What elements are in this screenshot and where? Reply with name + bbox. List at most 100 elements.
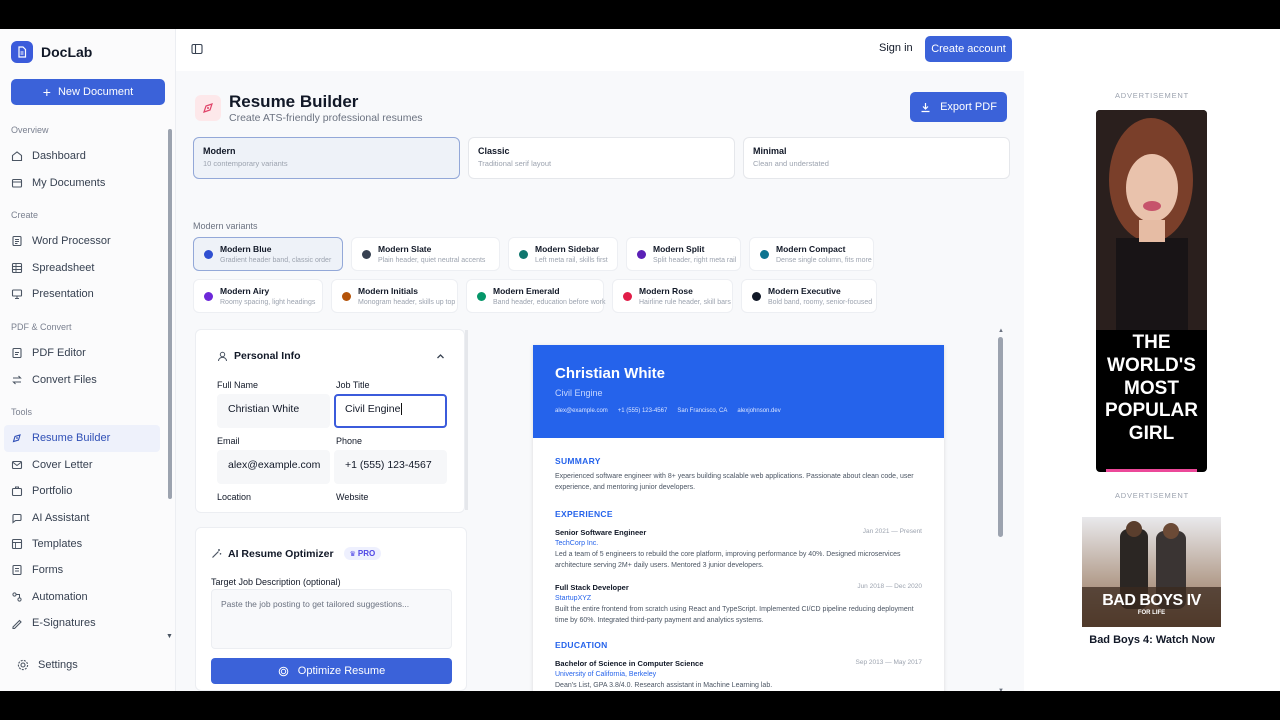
sidebar-item-label: Dashboard	[32, 150, 86, 163]
sidebar-item-word-processor[interactable]: Word Processor	[0, 228, 168, 254]
doclab-logo-icon	[11, 41, 33, 63]
style-minimal[interactable]: Minimal Clean and understated	[743, 137, 1010, 179]
magic-wand-icon	[212, 549, 222, 558]
crown-icon: ♛	[349, 550, 356, 558]
job-row: Full Stack Developer Jun 2018 — Dec 2020	[555, 583, 922, 592]
variant-modern-compact[interactable]: Modern Compact Dense single column, fits …	[749, 237, 874, 271]
sidebar-item-forms[interactable]: Forms	[0, 557, 168, 583]
sidebar-item-spreadsheet[interactable]: Spreadsheet	[0, 255, 168, 281]
sidebar-item-automation[interactable]: Automation	[0, 584, 168, 610]
job-title-input[interactable]: Civil Engine	[334, 394, 447, 428]
sidebar-item-pdf-editor[interactable]: PDF Editor	[0, 340, 168, 366]
job-title-label: Job Title	[336, 380, 370, 390]
resume-preview: Christian White Civil Engine alex@exampl…	[533, 345, 944, 691]
automation-icon	[12, 592, 22, 602]
variant-text: Modern Emerald Band header, education bef…	[493, 284, 605, 306]
variant-modern-blue[interactable]: Modern Blue Gradient header band, classic…	[193, 237, 343, 271]
job-description-textarea[interactable]: Paste the job posting to get tailored su…	[211, 589, 452, 649]
export-pdf-label: Export PDF	[940, 101, 997, 113]
variant-modern-airy[interactable]: Modern Airy Roomy spacing, light headings	[193, 279, 323, 313]
dashboard-icon	[11, 151, 23, 162]
scroll-down-icon[interactable]: ▼	[998, 688, 1004, 691]
education-dates: Sep 2013 — May 2017	[855, 659, 923, 667]
sidebar-scrollbar[interactable]	[168, 129, 172, 499]
chevron-up-icon[interactable]	[436, 352, 445, 361]
ad-movie-title[interactable]: Bad Boys 4: Watch Now	[1024, 634, 1280, 646]
email-input[interactable]: alex@example.com	[217, 450, 330, 484]
personal-info-title: Personal Info	[234, 350, 301, 362]
phone-input[interactable]: +1 (555) 123-4567	[334, 450, 447, 484]
sidebar-item-my-documents[interactable]: My Documents	[0, 169, 168, 195]
style-selector: Modern 10 contemporary variants Classic Tra…	[193, 137, 1010, 179]
nav-group-create: Create	[11, 210, 39, 221]
toggle-sidebar-icon[interactable]	[191, 43, 203, 55]
resume-builder-icon	[195, 95, 221, 121]
variant-modern-rose[interactable]: Modern Rose Hairline rule header, skill b…	[612, 279, 733, 313]
variant-name: Modern Split	[653, 244, 705, 254]
style-name: Modern	[203, 146, 236, 156]
form-scrollbar[interactable]	[465, 330, 468, 510]
app-name: DocLab	[41, 44, 93, 60]
variant-name: Modern Executive	[768, 286, 841, 296]
sidebar-nav: Overview Dashboard My Documents Create Word …	[0, 125, 168, 636]
variant-modern-slate[interactable]: Modern Slate Plain header, quiet neutral …	[351, 237, 500, 271]
variant-modern-initials[interactable]: Modern Initials Monogram header, skills u…	[331, 279, 458, 313]
sidebar-item-resume-builder[interactable]: Resume Builder	[4, 425, 160, 452]
ad-label: ADVERTISEMENT	[1114, 491, 1190, 500]
style-desc: Clean and understated	[753, 159, 829, 168]
my-documents-icon	[11, 178, 23, 188]
personal-info-header[interactable]: Personal Info	[217, 350, 301, 362]
sidebar-item-presentation[interactable]: Presentation	[0, 281, 168, 307]
variant-modern-executive[interactable]: Modern Executive Bold band, roomy, senior…	[741, 279, 877, 313]
variant-modern-sidebar[interactable]: Modern Sidebar Left meta rail, skills fir…	[508, 237, 618, 271]
sidebar-item-e-signatures[interactable]: E-Signatures	[0, 610, 168, 636]
variant-modern-emerald[interactable]: Modern Emerald Band header, education bef…	[466, 279, 605, 313]
new-document-button[interactable]: + New Document	[11, 79, 165, 105]
sidebar-item-ai-assistant[interactable]: AI Assistant	[0, 504, 168, 530]
style-classic[interactable]: Classic Traditional serif layout	[468, 137, 735, 179]
full-name-input[interactable]: Christian White	[217, 394, 330, 428]
sidebar-item-portfolio[interactable]: Portfolio	[0, 478, 168, 504]
style-modern[interactable]: Modern 10 contemporary variants	[193, 137, 460, 179]
nav-group-tools: Tools	[11, 407, 33, 418]
sidebar-item-label: Spreadsheet	[32, 261, 95, 274]
target-icon	[278, 666, 289, 676]
scroll-up-icon[interactable]: ▲	[998, 328, 1004, 334]
education-desc: Dean's List, GPA 3.8/4.0. Research assis…	[555, 682, 773, 690]
ad-video-banner[interactable]: THE WORLD'S MOST POPULAR GIRL	[1096, 110, 1207, 472]
ad-movie-poster[interactable]: BAD BOYS IV FOR LIFE	[1082, 517, 1221, 627]
app-window: DocLab + New Document Overview Dashboard M…	[0, 29, 1280, 691]
sidebar-item-label: Forms	[32, 564, 64, 577]
variant-desc: Gradient header band, classic order	[220, 257, 332, 264]
education-entry: Bachelor of Science in Computer Science S…	[555, 659, 922, 691]
ad-headline: THE WORLD'S MOST POPULAR GIRL	[1105, 332, 1198, 445]
sign-in-link[interactable]: Sign in	[879, 42, 913, 54]
create-account-button[interactable]: Create account	[925, 36, 1012, 62]
variant-modern-split[interactable]: Modern Split Split header, right meta rai…	[626, 237, 741, 271]
job-org: StartupXYZ	[555, 595, 592, 603]
settings-item[interactable]: Settings	[17, 659, 78, 671]
settings-label: Settings	[38, 659, 78, 671]
variant-text: Modern Compact Dense single column, fits …	[776, 242, 872, 264]
export-pdf-button[interactable]: Export PDF	[910, 92, 1007, 122]
brand[interactable]: DocLab	[11, 41, 92, 63]
sidebar-item-cover-letter[interactable]: Cover Letter	[0, 452, 168, 478]
variant-text: Modern Initials Monogram header, skills u…	[358, 284, 455, 306]
spreadsheet-icon	[11, 262, 23, 273]
experience-entry: Full Stack Developer Jun 2018 — Dec 2020 S…	[555, 583, 922, 627]
new-document-label: New Document	[57, 86, 134, 98]
optimize-resume-button[interactable]: Optimize Resume	[211, 658, 452, 684]
resume-header: Christian White Civil Engine alex@exampl…	[533, 345, 944, 438]
variant-desc: Roomy spacing, light headings	[220, 299, 316, 306]
job-title-value: Civil Engine	[345, 403, 401, 415]
sidebar-item-templates[interactable]: Templates	[0, 531, 168, 557]
pdf-editor-icon	[12, 348, 22, 359]
variant-color-dot	[637, 250, 646, 259]
scroll-down-icon[interactable]: ▼	[166, 633, 173, 640]
preview-scrollbar[interactable]	[998, 337, 1003, 537]
sidebar-item-dashboard[interactable]: Dashboard	[0, 143, 168, 169]
variant-color-dot	[760, 250, 769, 259]
convert-files-icon	[12, 375, 22, 384]
sidebar-item-convert-files[interactable]: Convert Files	[0, 366, 168, 392]
nav-group-pdf-convert: PDF & Convert	[11, 321, 72, 332]
